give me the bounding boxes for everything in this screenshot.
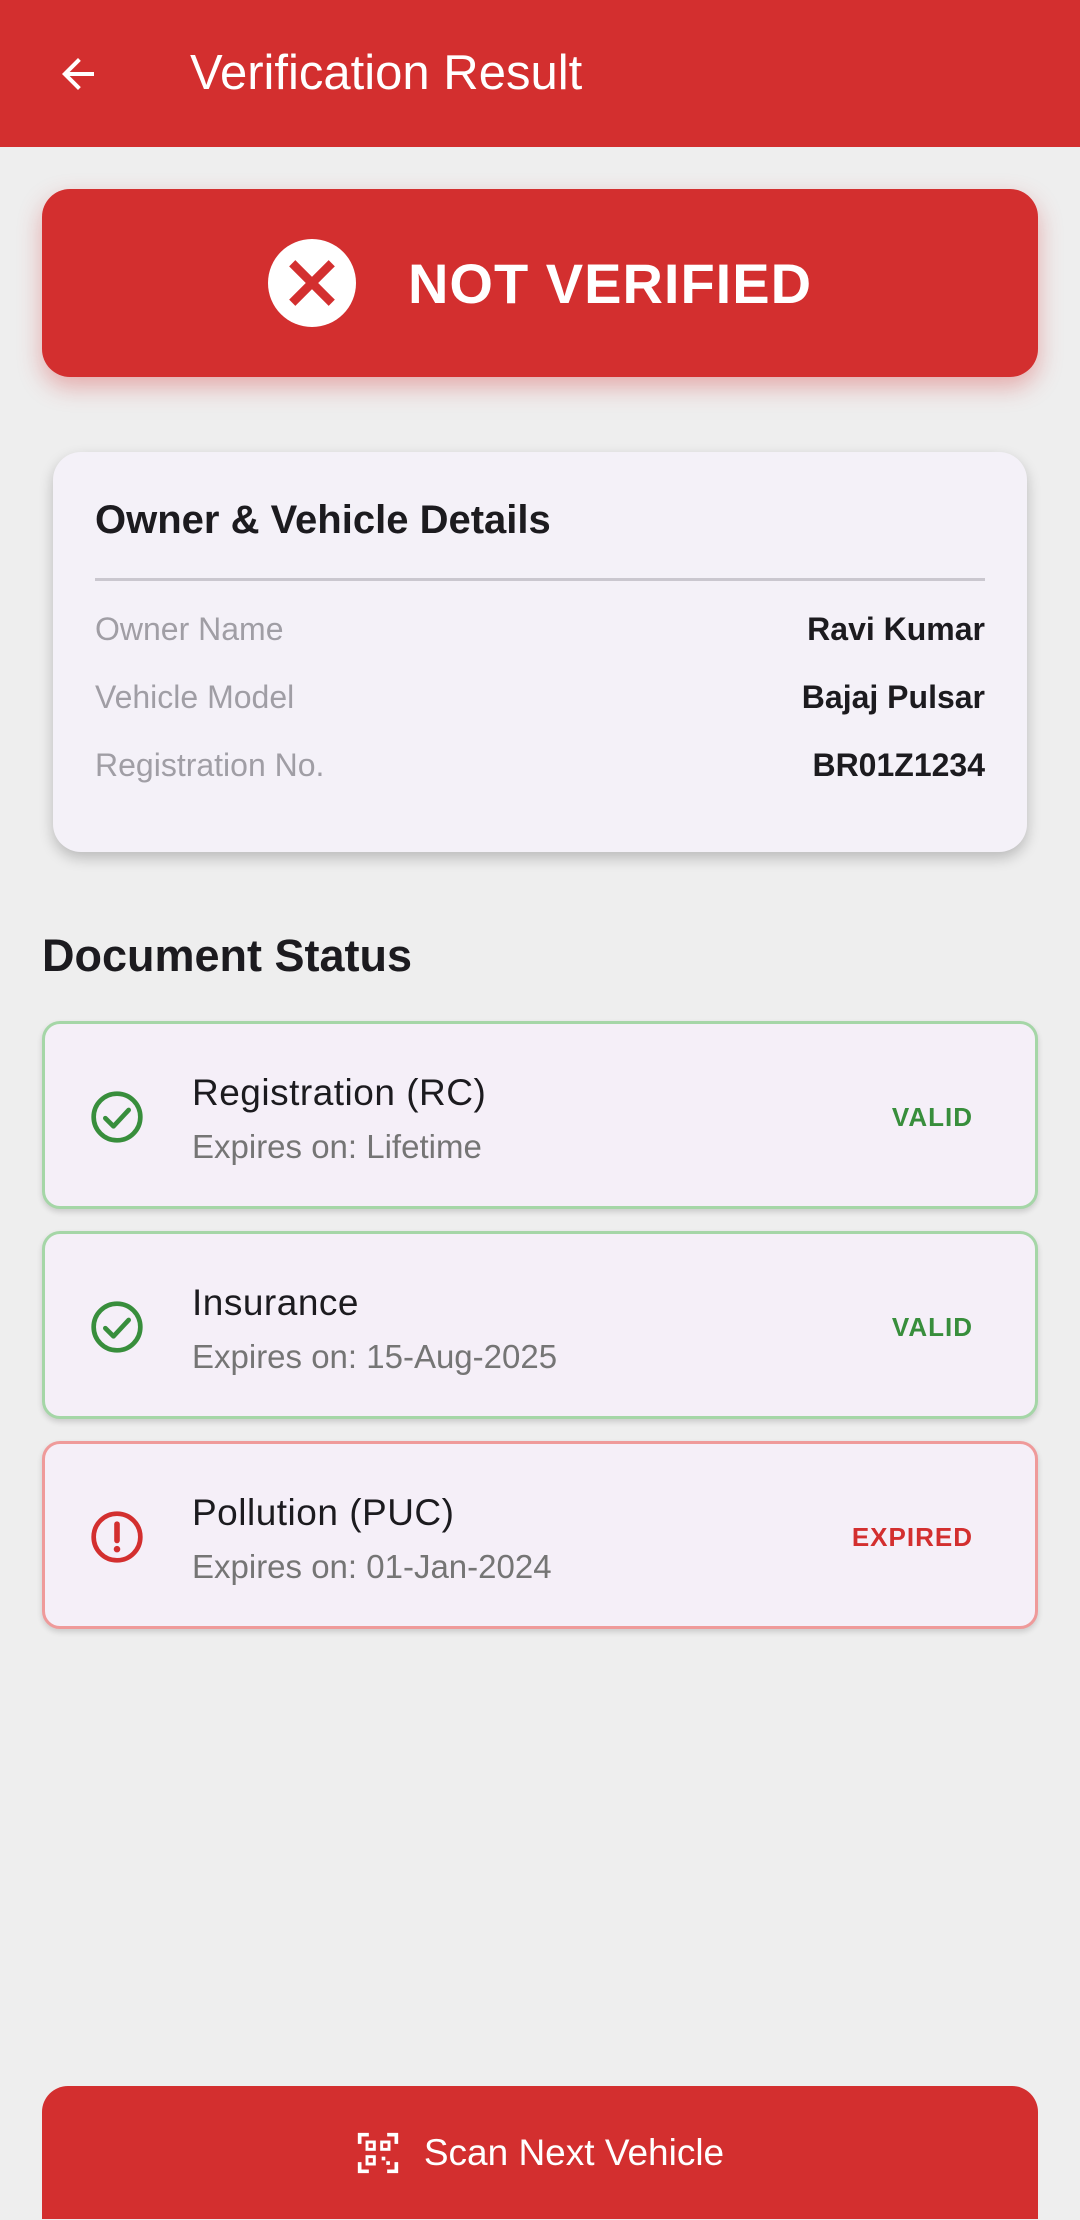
detail-row-registration-no: Registration No. BR01Z1234 [95,740,985,790]
arrow-back-icon [62,58,94,90]
check-circle-icon [91,1091,143,1143]
page-title: Verification Result [190,46,583,100]
detail-label: Registration No. [95,746,325,783]
document-name: Registration (RC) [192,1072,487,1113]
document-card-insurance[interactable]: Insurance Expires on: 15-Aug-2025 VALID [42,1231,1038,1419]
details-title: Owner & Vehicle Details [95,498,551,542]
owner-vehicle-details-card: Owner & Vehicle Details Owner Name Ravi … [53,452,1027,852]
detail-row-owner-name: Owner Name Ravi Kumar [95,604,985,654]
qr-scan-icon [357,2132,399,2173]
detail-label: Vehicle Model [95,678,295,715]
verification-status-banner: NOT VERIFIED [42,189,1038,377]
scan-button-label: Scan Next Vehicle [423,2131,725,2173]
document-expiry: Expires on: 15-Aug-2025 [192,1338,558,1375]
verification-status-label: NOT VERIFIED [407,251,813,315]
detail-label: Owner Name [95,610,284,647]
detail-value: Ravi Kumar [807,610,985,647]
document-expiry: Expires on: 01-Jan-2024 [192,1548,552,1585]
status-badge: VALID [891,1102,973,1132]
status-badge: VALID [891,1312,973,1342]
document-name: Pollution (PUC) [192,1492,455,1533]
detail-row-vehicle-model: Vehicle Model Bajaj Pulsar [95,672,985,722]
check-circle-icon [91,1301,143,1353]
status-badge: EXPIRED [851,1522,973,1552]
scan-next-vehicle-button[interactable]: Scan Next Vehicle [42,2086,1038,2219]
app-bar: Verification Result [0,0,1080,147]
document-status-heading: Document Status [42,930,413,981]
document-name: Insurance [192,1282,359,1323]
divider [95,578,985,581]
document-card-registration[interactable]: Registration (RC) Expires on: Lifetime V… [42,1021,1038,1209]
document-card-pollution[interactable]: Pollution (PUC) Expires on: 01-Jan-2024 … [42,1441,1038,1629]
detail-value: Bajaj Pulsar [801,678,985,715]
detail-value: BR01Z1234 [812,746,985,783]
close-circle-icon [267,239,356,327]
document-expiry: Expires on: Lifetime [192,1128,482,1165]
back-button[interactable] [44,40,112,108]
alert-circle-icon [91,1511,143,1563]
